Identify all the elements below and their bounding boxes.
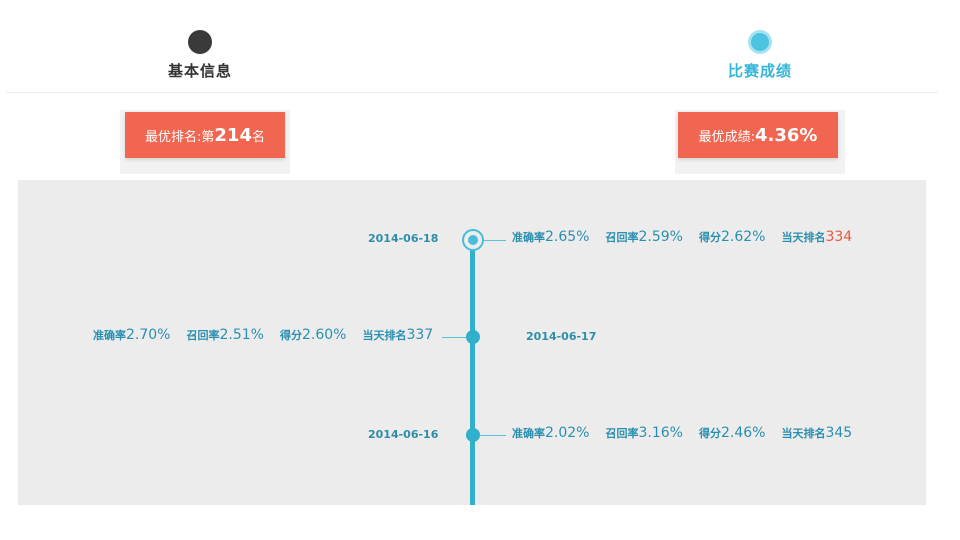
- best-score-badge: 最优成绩: 4.36%: [678, 112, 838, 158]
- timeline-entry-stats: 准确率 2.65% 召回率 2.59% 得分 2.62% 当天排名 334: [512, 229, 852, 245]
- best-rank-value: 214: [214, 124, 252, 146]
- timeline-entry-stats: 准确率 2.70% 召回率 2.51% 得分 2.60% 当天排名 337: [93, 327, 433, 343]
- score-stat: 得分 2.60%: [279, 327, 347, 343]
- timeline-node-icon: [466, 428, 480, 442]
- entry-date: 2014-06-17: [526, 330, 597, 343]
- best-score-card: 最优成绩: 4.36%: [675, 110, 845, 174]
- timeline-node-icon: [466, 330, 480, 344]
- daily-rank-stat: 当天排名 334: [781, 229, 853, 245]
- daily-rank-stat: 当天排名 345: [781, 425, 853, 441]
- recall-stat: 召回率 2.59%: [605, 229, 683, 245]
- precision-stat: 准确率 2.65%: [512, 229, 590, 245]
- best-rank-suffix: 名: [251, 129, 265, 145]
- best-score-value: 4.36%: [754, 124, 818, 146]
- entry-connector: [442, 337, 466, 338]
- step-label: 基本信息: [167, 62, 232, 80]
- timeline-node-current-icon: [462, 229, 484, 251]
- step-indicator-active-icon: [748, 30, 772, 54]
- score-stat: 得分 2.62%: [698, 229, 766, 245]
- score-stat: 得分 2.46%: [698, 425, 766, 441]
- step-basic-info[interactable]: 基本信息: [130, 30, 270, 81]
- step-indicator-icon: [188, 30, 212, 54]
- daily-rank-stat: 当天排名 337: [362, 327, 434, 343]
- recall-stat: 召回率 3.16%: [605, 425, 683, 441]
- recall-stat: 召回率 2.51%: [186, 327, 264, 343]
- timeline-spine: [470, 242, 475, 505]
- best-rank-prefix: 最优排名:第: [145, 129, 215, 145]
- entry-connector: [480, 435, 506, 436]
- step-competition-results[interactable]: 比赛成绩: [690, 30, 830, 81]
- best-score-prefix: 最优成绩:: [698, 129, 755, 145]
- results-timeline: 2014-06-18 准确率 2.65% 召回率 2.59% 得分 2.62% 当天排…: [18, 180, 926, 505]
- entry-connector: [484, 240, 506, 241]
- best-rank-badge: 最优排名:第 214 名: [125, 112, 285, 158]
- entry-date: 2014-06-18: [368, 232, 439, 245]
- step-label: 比赛成绩: [727, 62, 792, 80]
- precision-stat: 准确率 2.02%: [512, 425, 590, 441]
- entry-date: 2014-06-16: [368, 428, 439, 441]
- precision-stat: 准确率 2.70%: [93, 327, 171, 343]
- header-divider: [6, 92, 938, 93]
- best-rank-card: 最优排名:第 214 名: [120, 110, 290, 174]
- timeline-entry-stats: 准确率 2.02% 召回率 3.16% 得分 2.46% 当天排名 345: [512, 425, 852, 441]
